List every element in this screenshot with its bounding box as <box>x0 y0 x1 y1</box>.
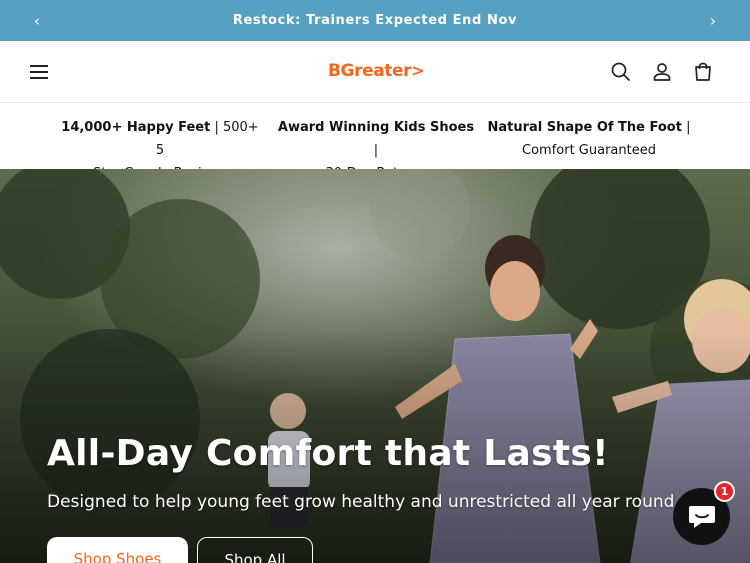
hero-banner: All-Day Comfort that Lasts! Designed to … <box>0 169 750 563</box>
logo-mark: > <box>411 61 425 80</box>
announcement-prev-button[interactable]: ‹ <box>17 0 57 41</box>
site-logo[interactable]: BGreater> <box>328 61 425 81</box>
hero-title: All-Day Comfort that Lasts! <box>47 433 609 474</box>
hero-subtitle: Designed to help young feet grow healthy… <box>47 492 680 512</box>
cart-icon[interactable] <box>691 60 715 84</box>
usp-rest: | <box>373 143 379 158</box>
announcement-text[interactable]: Restock: Trainers Expected End Nov <box>233 13 517 28</box>
logo-text: BGreater <box>328 61 412 81</box>
site-header: BGreater> <box>0 41 750 103</box>
usp-bold: Award Winning Kids Shoes <box>277 120 475 135</box>
usp-bold: 14,000+ Happy Feet <box>61 120 211 135</box>
usp-item-shape: Natural Shape Of The Foot | Comfort Guar… <box>486 116 692 162</box>
usp-bold: Natural Shape Of The Foot <box>487 120 682 135</box>
announcement-next-button[interactable]: › <box>693 0 733 41</box>
account-icon[interactable] <box>650 60 674 84</box>
usp-sub: Comfort Guaranteed <box>522 143 656 158</box>
menu-icon[interactable] <box>28 61 50 83</box>
search-icon[interactable] <box>609 60 633 84</box>
chat-badge: 1 <box>714 481 735 502</box>
shop-all-button[interactable]: Shop All <box>197 537 313 563</box>
usp-rest: | <box>681 120 691 135</box>
announcement-bar: ‹ Restock: Trainers Expected End Nov › <box>0 0 750 41</box>
chevron-right-icon: › <box>710 11 716 30</box>
usp-strip: 14,000+ Happy Feet | 500+ 5 Star Google … <box>0 104 750 181</box>
shop-shoes-button[interactable]: Shop Shoes <box>47 537 188 563</box>
chevron-left-icon: ‹ <box>34 11 40 30</box>
chat-icon <box>688 505 715 528</box>
